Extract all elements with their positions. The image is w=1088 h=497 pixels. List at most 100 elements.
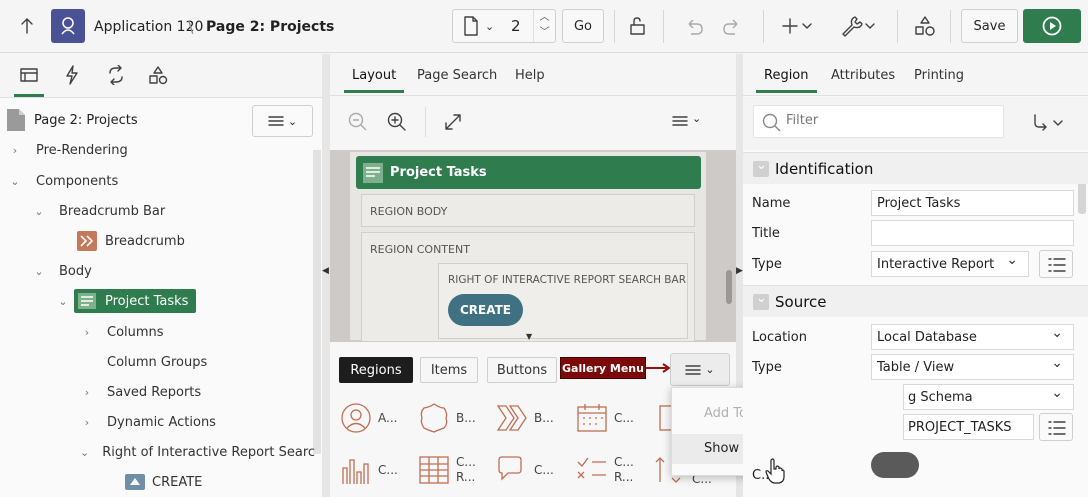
chevron-down-icon[interactable]: ⌄	[80, 446, 89, 459]
chevron-down-icon[interactable]: ⌄	[56, 295, 70, 308]
tree-item-project-tasks[interactable]: ⌄ Project Tasks	[56, 287, 197, 315]
region-content-slot[interactable]: REGION CONTENT RIGHT OF INTERACTIVE REPO…	[361, 232, 695, 342]
page-selector[interactable]: ⌄ 2 ︿ ﹀	[452, 9, 556, 43]
layout-canvas: Project Tasks REGION BODY REGION CONTENT…	[330, 150, 736, 342]
chevron-right-icon[interactable]: ›	[80, 326, 94, 339]
gallery-item[interactable]: C... R...	[418, 454, 476, 486]
schema-select[interactable]: g Schema	[903, 384, 1074, 410]
arrow-up-icon[interactable]	[19, 17, 35, 35]
dynamic-actions-tab-icon[interactable]	[64, 65, 80, 85]
shared-components-icon[interactable]	[914, 15, 936, 37]
page-stepper[interactable]: ︿ ﹀	[533, 10, 555, 42]
region-header-project-tasks[interactable]: Project Tasks	[356, 156, 701, 189]
right-of-search-slot[interactable]: RIGHT OF INTERACTIVE REPORT SEARCH BAR C…	[438, 263, 688, 339]
tree-item-breadcrumb[interactable]: Breadcrumb	[77, 227, 185, 255]
table-field[interactable]: PROJECT_TASKS	[903, 414, 1034, 440]
tree-item-breadcrumb-bar[interactable]: ⌄ Breadcrumb Bar	[32, 197, 165, 225]
create-menu-icon[interactable]	[782, 16, 814, 36]
tab-printing[interactable]: Printing	[914, 68, 964, 83]
list-icon	[1048, 258, 1066, 272]
region-body-slot[interactable]: REGION BODY	[361, 194, 695, 227]
name-field[interactable]: Project Tasks	[871, 190, 1074, 216]
save-button[interactable]: Save	[961, 9, 1018, 43]
gallery-item[interactable]: B...	[496, 402, 554, 434]
tree-item-pre-rendering[interactable]: › Pre-Rendering	[8, 136, 128, 164]
location-select[interactable]: Local Database	[871, 324, 1074, 350]
go-button[interactable]: Go	[562, 9, 604, 43]
chevron-right-icon[interactable]: ›	[80, 416, 94, 429]
gallery-item[interactable]: C... R...	[576, 454, 634, 486]
layout-menu-button[interactable]: ⌄	[672, 112, 701, 127]
chevron-right-icon[interactable]: ›	[8, 144, 22, 157]
collapse-left-icon[interactable]: ◀	[322, 266, 329, 276]
page-number-input[interactable]: 2	[511, 17, 521, 35]
filter-input-wrap[interactable]	[753, 105, 1004, 138]
create-button[interactable]: CREATE	[448, 294, 523, 326]
gallery-menu-button[interactable]: ⌄	[670, 353, 730, 386]
breadcrumb-app[interactable]: Application 120	[94, 19, 203, 35]
tree-menu-button[interactable]: ⌄	[252, 105, 313, 137]
gallery-item[interactable]: A...	[340, 402, 397, 434]
type-list-button[interactable]	[1039, 250, 1073, 278]
unlock-icon[interactable]	[629, 16, 649, 36]
left-splitter[interactable]: ◀	[322, 54, 330, 497]
tree-item-column-groups[interactable]: Column Groups	[107, 348, 207, 376]
selected-node[interactable]: Project Tasks	[74, 289, 197, 313]
run-button[interactable]	[1023, 9, 1081, 43]
tree-item-columns[interactable]: › Columns	[80, 318, 164, 346]
gallery-item[interactable]: B...	[418, 402, 476, 434]
canvas-scrollbar[interactable]	[726, 270, 732, 304]
tree-item-components[interactable]: ⌄ Components	[8, 167, 118, 195]
gallery-tab-buttons[interactable]: Buttons	[487, 357, 557, 383]
tree-item-body[interactable]: ⌄ Body	[32, 257, 91, 285]
gallery-item[interactable]: C...	[496, 454, 554, 486]
gallery-item[interactable]	[658, 402, 672, 434]
shared-components-tab-icon[interactable]	[148, 65, 168, 85]
go-to-group-icon[interactable]	[1032, 113, 1066, 133]
tree-item-right-of-search[interactable]: ⌄ Right of Interactive Report Search B	[80, 438, 316, 466]
source-type-select[interactable]: Table / View	[871, 354, 1074, 380]
collapse-icon[interactable]	[753, 291, 769, 310]
section-source[interactable]: Source	[743, 285, 1088, 317]
tab-region[interactable]: Region	[756, 68, 816, 93]
prop-table: PROJECT_TASKS	[743, 412, 1088, 442]
rendering-tab-icon[interactable]	[20, 67, 38, 83]
tree-item-saved-reports[interactable]: › Saved Reports	[80, 378, 201, 406]
chevron-right-icon[interactable]: ›	[80, 386, 94, 399]
table-list-button[interactable]	[1039, 413, 1073, 441]
gallery-tab-regions[interactable]: Regions	[339, 357, 413, 383]
zoom-in-icon[interactable]	[387, 112, 407, 132]
tab-page-search[interactable]: Page Search	[417, 68, 497, 83]
chevron-down-icon[interactable]: ⌄	[32, 265, 46, 278]
processing-tab-icon[interactable]	[106, 65, 126, 85]
hand-cursor-icon	[765, 458, 785, 484]
toggle-switch[interactable]	[871, 452, 919, 478]
tree-item-create[interactable]: CREATE	[124, 468, 202, 496]
collapse-right-icon[interactable]: ▶	[736, 266, 743, 276]
app-icon[interactable]	[51, 9, 85, 43]
redo-icon[interactable]	[722, 16, 742, 36]
zoom-out-icon[interactable]	[348, 112, 368, 132]
tab-attributes[interactable]: Attributes	[831, 68, 895, 83]
gallery-item[interactable]: C...	[576, 402, 634, 434]
tab-help[interactable]: Help	[515, 68, 545, 83]
gallery-tab-items[interactable]: Items	[420, 357, 478, 383]
wrench-menu-icon[interactable]	[840, 14, 876, 38]
section-identification[interactable]: Identification	[743, 152, 1088, 184]
tree-page-label[interactable]: Page 2: Projects	[34, 113, 138, 128]
button-icon	[125, 474, 145, 490]
tree-item-dynamic-actions[interactable]: › Dynamic Actions	[80, 408, 216, 436]
collapse-icon[interactable]	[753, 158, 769, 177]
filter-input[interactable]	[786, 113, 986, 128]
expand-icon[interactable]	[443, 112, 463, 132]
chevron-down-icon[interactable]: ⌄	[8, 175, 22, 188]
type-select[interactable]: Interactive Report	[871, 251, 1029, 277]
title-field[interactable]	[871, 220, 1074, 246]
tab-layout[interactable]: Layout	[343, 68, 405, 93]
chevron-down-icon[interactable]: ⌄	[32, 205, 46, 218]
collapse-down-icon[interactable]: ▼	[526, 332, 532, 341]
chevron-down-icon: ⌄	[287, 114, 298, 128]
undo-icon[interactable]	[684, 16, 704, 36]
tree-scrollbar[interactable]	[313, 150, 321, 454]
gallery-item[interactable]: C...	[340, 454, 398, 486]
